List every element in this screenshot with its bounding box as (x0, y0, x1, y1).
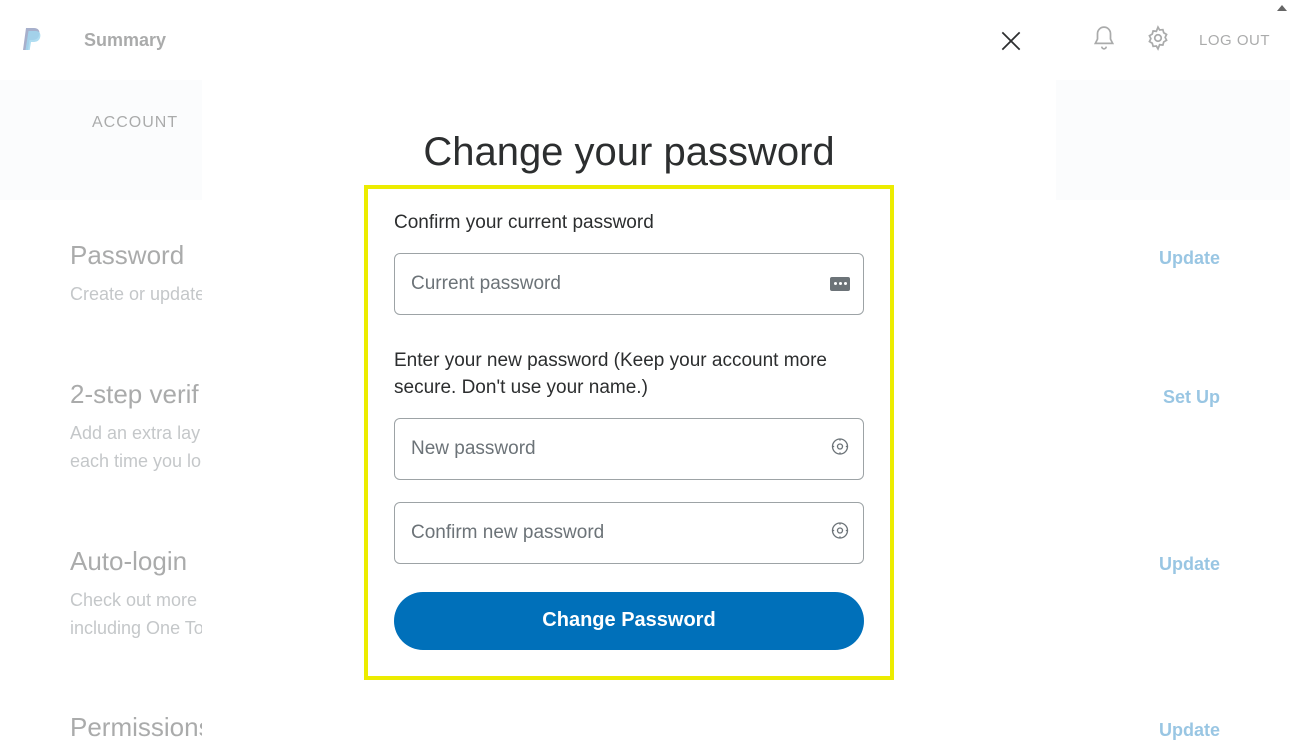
close-icon[interactable] (998, 28, 1024, 59)
scrollbar-up-arrow[interactable] (1274, 0, 1290, 16)
show-password-icon[interactable] (830, 436, 850, 461)
change-password-button[interactable]: Change Password (394, 592, 864, 650)
change-password-form: Confirm your current password Enter your… (364, 185, 894, 680)
password-manager-icon[interactable] (830, 277, 850, 291)
new-password-label: Enter your new password (Keep your accou… (394, 347, 864, 402)
new-password-input[interactable] (394, 418, 864, 480)
current-password-label: Confirm your current password (394, 209, 864, 237)
modal-title: Change your password (202, 130, 1056, 175)
show-password-icon[interactable] (830, 520, 850, 545)
current-password-input[interactable] (394, 253, 864, 315)
confirm-password-input[interactable] (394, 502, 864, 564)
